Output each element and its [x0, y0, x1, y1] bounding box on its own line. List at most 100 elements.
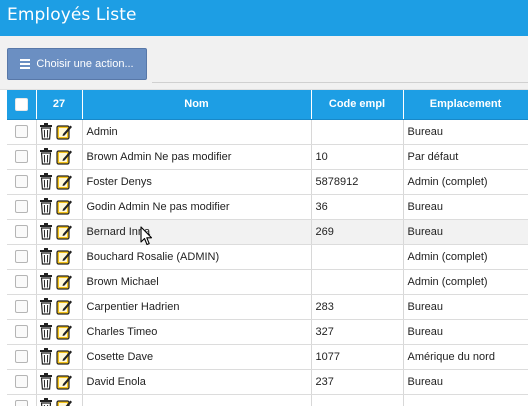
table-row[interactable]: Bouchard Rosalie (ADMIN) Admin (complet) [7, 244, 528, 270]
trash-icon[interactable] [39, 348, 56, 365]
employee-name[interactable] [82, 394, 312, 406]
toolbar-divider [152, 82, 528, 83]
edit-icon[interactable] [55, 175, 73, 190]
trash-icon[interactable] [39, 223, 56, 240]
table-row[interactable]: Charles Timeo 327 Bureau [7, 319, 528, 345]
row-checkbox[interactable] [14, 250, 28, 263]
employee-code: 1077 [311, 344, 404, 370]
select-all-checkbox[interactable] [14, 97, 28, 111]
table-row[interactable]: Bernard Inna 269 Bureau [7, 219, 528, 245]
edit-icon[interactable] [55, 375, 73, 390]
employee-location: Admin (complet) [403, 169, 528, 195]
row-actions-cell [36, 194, 83, 220]
edit-icon[interactable] [55, 350, 73, 365]
employee-location: Admin (complet) [403, 244, 528, 270]
employee-name[interactable]: Brown Admin Ne pas modifier [82, 144, 312, 170]
row-actions-cell [36, 294, 83, 320]
table-row[interactable] [7, 394, 528, 406]
trash-icon[interactable] [39, 298, 56, 315]
table-row[interactable]: Brown Admin Ne pas modifier 10 Par défaut [7, 144, 528, 170]
employee-code: 269 [311, 219, 404, 245]
edit-icon[interactable] [55, 275, 73, 290]
edit-icon[interactable] [55, 150, 73, 165]
employee-name[interactable]: Brown Michael [82, 269, 312, 295]
table-row[interactable]: Brown Michael Admin (complet) [7, 269, 528, 295]
row-checkbox[interactable] [14, 300, 28, 313]
trash-icon[interactable] [39, 248, 56, 265]
trash-icon[interactable] [39, 123, 56, 140]
employee-location: Bureau [403, 194, 528, 220]
employees-table: 27 Nom Code empl Emplacement Admin Bureau… [7, 90, 528, 406]
employee-code: 5878912 [311, 169, 404, 195]
trash-icon[interactable] [39, 198, 56, 215]
row-select-cell [7, 219, 37, 245]
row-actions-cell [36, 394, 83, 406]
edit-icon[interactable] [55, 250, 73, 265]
employee-name[interactable]: Cosette Dave [82, 344, 312, 370]
row-checkbox[interactable] [14, 350, 28, 363]
employee-code: 283 [311, 294, 404, 320]
row-actions-cell [36, 369, 83, 395]
row-actions-cell [36, 269, 83, 295]
row-select-cell [7, 144, 37, 170]
table-row[interactable]: Cosette Dave 1077 Amérique du nord [7, 344, 528, 370]
count-header[interactable]: 27 [36, 90, 83, 120]
employee-location: Par défaut [403, 144, 528, 170]
employee-location: Bureau [403, 119, 528, 145]
trash-icon[interactable] [39, 273, 56, 290]
employee-name[interactable]: Foster Denys [82, 169, 312, 195]
location-column-header[interactable]: Emplacement [403, 90, 528, 120]
employee-code [311, 394, 404, 406]
employee-location: Admin (complet) [403, 269, 528, 295]
row-checkbox[interactable] [14, 200, 28, 213]
employee-name[interactable]: Charles Timeo [82, 319, 312, 345]
row-checkbox[interactable] [14, 125, 28, 138]
table-row[interactable]: Admin Bureau [7, 119, 528, 145]
employee-name[interactable]: David Enola [82, 369, 312, 395]
table-row[interactable]: Carpentier Hadrien 283 Bureau [7, 294, 528, 320]
edit-icon[interactable] [55, 325, 73, 340]
employee-location: Bureau [403, 369, 528, 395]
select-all-header [7, 90, 37, 120]
edit-icon[interactable] [55, 125, 73, 140]
employee-location: Amérique du nord [403, 344, 528, 370]
trash-icon[interactable] [39, 173, 56, 190]
employee-name[interactable]: Godin Admin Ne pas modifier [82, 194, 312, 220]
trash-icon[interactable] [39, 398, 56, 406]
trash-icon[interactable] [39, 323, 56, 340]
edit-icon[interactable] [55, 300, 73, 315]
table-row[interactable]: Foster Denys 5878912 Admin (complet) [7, 169, 528, 195]
row-actions-cell [36, 319, 83, 345]
row-checkbox[interactable] [14, 150, 28, 163]
choose-action-button[interactable]: Choisir une action... [7, 48, 147, 80]
row-checkbox[interactable] [14, 400, 28, 406]
code-column-header[interactable]: Code empl [311, 90, 404, 120]
edit-icon[interactable] [55, 225, 73, 240]
employee-name[interactable]: Bouchard Rosalie (ADMIN) [82, 244, 312, 270]
table-header-row: 27 Nom Code empl Emplacement [7, 90, 528, 120]
employee-code: 237 [311, 369, 404, 395]
trash-icon[interactable] [39, 373, 56, 390]
employee-name[interactable]: Bernard Inna [82, 219, 312, 245]
employee-name[interactable]: Carpentier Hadrien [82, 294, 312, 320]
name-column-header[interactable]: Nom [82, 90, 312, 120]
edit-icon[interactable] [55, 400, 73, 406]
row-checkbox[interactable] [14, 375, 28, 388]
edit-icon[interactable] [55, 200, 73, 215]
choose-action-label: Choisir une action... [36, 58, 134, 70]
employee-code: 327 [311, 319, 404, 345]
row-select-cell [7, 194, 37, 220]
row-checkbox[interactable] [14, 275, 28, 288]
row-checkbox[interactable] [14, 225, 28, 238]
row-actions-cell [36, 244, 83, 270]
table-row[interactable]: David Enola 237 Bureau [7, 369, 528, 395]
row-select-cell [7, 119, 37, 145]
row-checkbox[interactable] [14, 325, 28, 338]
menu-icon [20, 57, 31, 71]
row-checkbox[interactable] [14, 175, 28, 188]
toolbar: Choisir une action... [0, 36, 528, 90]
table-row[interactable]: Godin Admin Ne pas modifier 36 Bureau [7, 194, 528, 220]
employee-name[interactable]: Admin [82, 119, 312, 145]
trash-icon[interactable] [39, 148, 56, 165]
employee-code [311, 269, 404, 295]
